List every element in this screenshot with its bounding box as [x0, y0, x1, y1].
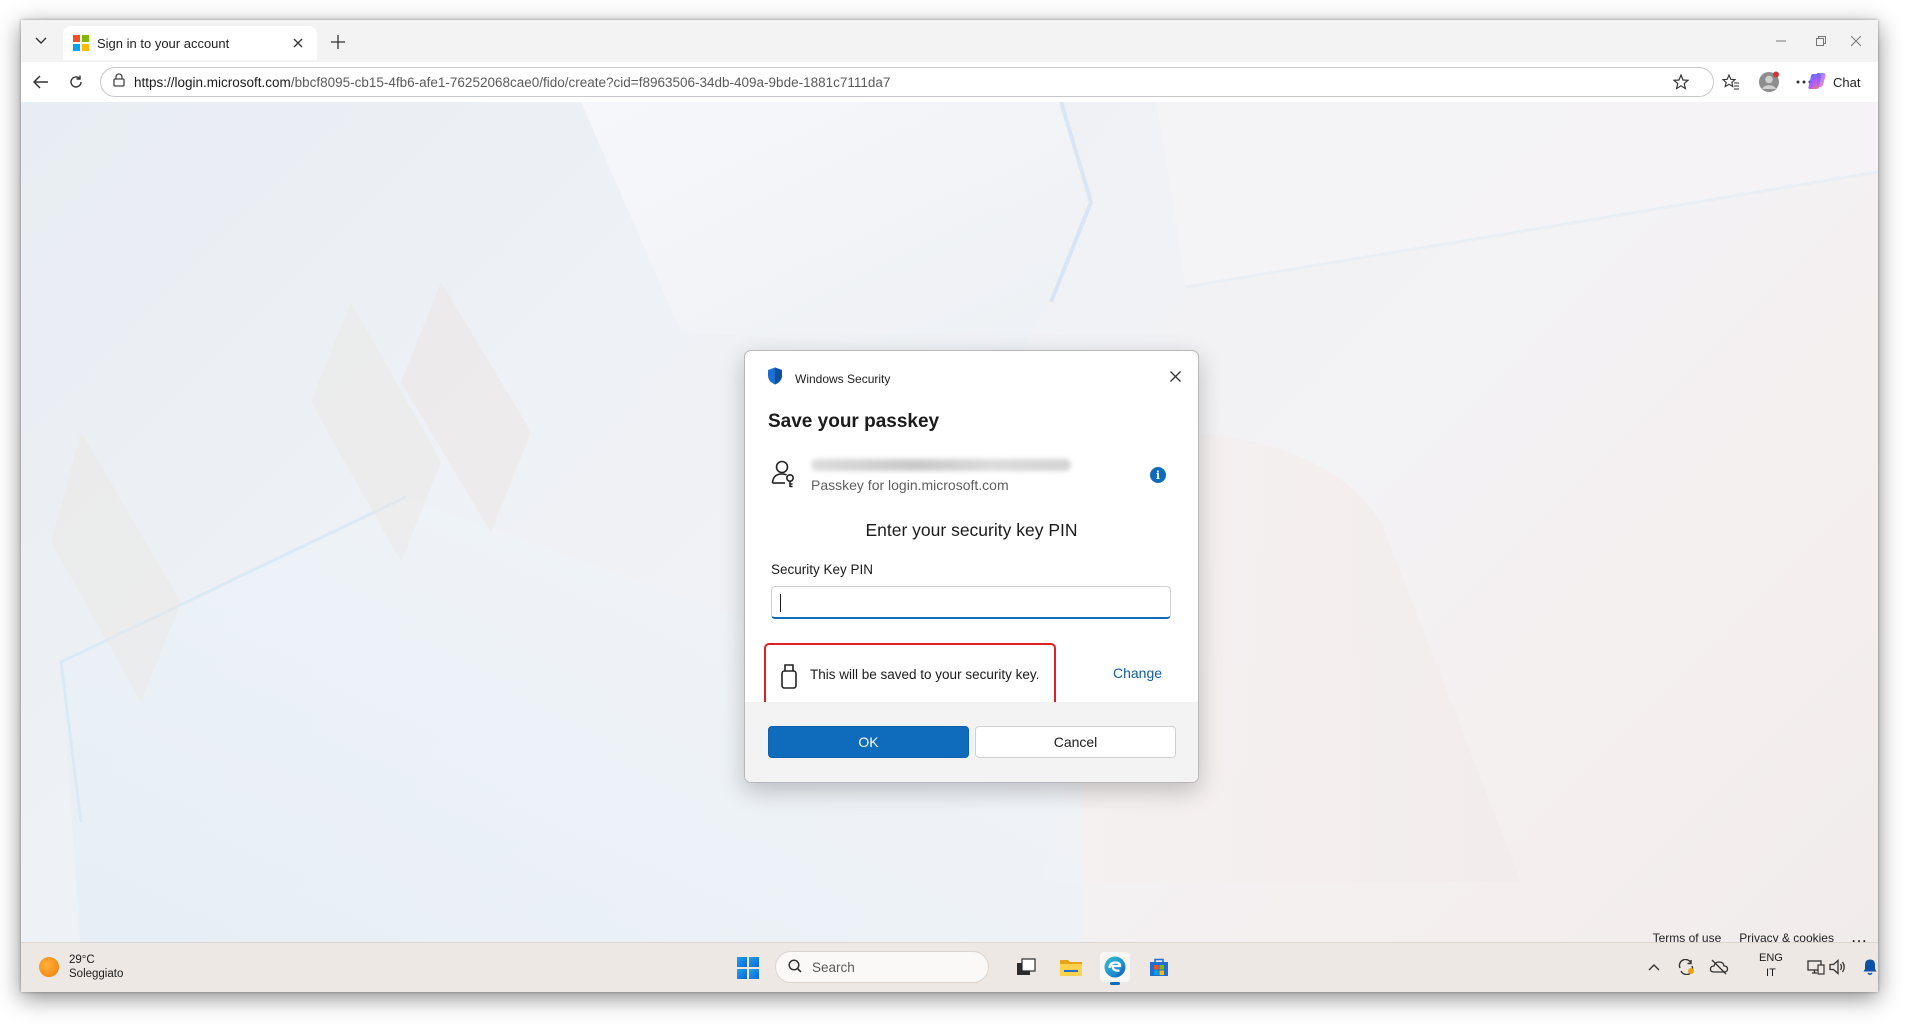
dialog-app-name: Windows Security — [795, 371, 891, 386]
sun-icon — [39, 957, 59, 977]
profile-avatar-icon[interactable] — [1756, 69, 1782, 95]
copilot-icon — [1807, 71, 1827, 94]
passkey-account-row: Passkey for login.microsoft.com i — [771, 455, 1176, 495]
weather-widget[interactable]: 29°C Soleggiato — [39, 953, 123, 981]
url-host: https://login.microsoft.com — [134, 74, 291, 90]
back-arrow-icon[interactable] — [28, 69, 54, 95]
shield-icon — [767, 367, 783, 390]
browser-tab-strip: Sign in to your account — [21, 20, 1878, 62]
volume-icon[interactable] — [1827, 956, 1849, 978]
show-hidden-icons-chevron-icon[interactable] — [1643, 956, 1665, 978]
windows-taskbar: 29°C Soleggiato Search ENG IT — [21, 942, 1878, 992]
desktop-screen: Sign in to your account https://login.mi… — [21, 20, 1878, 992]
web-page-viewport: Terms of use Privacy & cookies ... Windo… — [21, 102, 1878, 953]
favorites-list-icon[interactable] — [1718, 69, 1744, 95]
cancel-button[interactable]: Cancel — [975, 726, 1176, 758]
security-key-pin-input[interactable] — [771, 586, 1171, 619]
ok-button[interactable]: OK — [768, 726, 969, 758]
windows-start-icon[interactable] — [737, 957, 759, 979]
passkey-person-key-icon — [771, 459, 797, 489]
address-bar[interactable]: https://login.microsoft.com/bbcf8095-cb1… — [100, 67, 1714, 97]
search-icon — [788, 958, 802, 976]
network-icon[interactable] — [1805, 956, 1827, 978]
favorite-star-icon[interactable] — [1668, 69, 1694, 95]
redacted-account-email — [811, 459, 1071, 471]
url-path: /bbcf8095-cb15-4fb6-afe1-76252068cae0/fi… — [290, 74, 891, 90]
active-app-indicator — [1110, 982, 1120, 985]
info-icon[interactable]: i — [1150, 467, 1166, 483]
tab-title: Sign in to your account — [97, 35, 230, 51]
pin-field-label: Security Key PIN — [771, 562, 874, 577]
taskbar-search-placeholder: Search — [812, 959, 855, 975]
windows-security-dialog: Windows Security Save your passkey Passk… — [744, 350, 1199, 783]
file-explorer-icon[interactable] — [1056, 952, 1086, 982]
taskbar-search-box[interactable]: Search — [775, 951, 989, 983]
browser-tab-active[interactable]: Sign in to your account — [63, 26, 317, 60]
tab-actions-chevron-icon[interactable] — [29, 29, 53, 53]
text-caret — [780, 594, 781, 612]
dialog-button-bar: OK Cancel — [745, 702, 1198, 782]
microsoft-logo-icon — [73, 35, 89, 51]
input-language-indicator[interactable]: ENG IT — [1759, 951, 1783, 981]
edge-browser-icon[interactable] — [1100, 952, 1130, 985]
restore-icon[interactable] — [1806, 29, 1836, 53]
window-close-icon[interactable] — [1841, 29, 1871, 53]
tab-close-icon[interactable] — [289, 34, 307, 52]
dialog-header: Windows Security — [767, 367, 890, 390]
dialog-close-icon[interactable] — [1164, 365, 1186, 387]
cloud-sync-off-icon[interactable] — [1708, 956, 1730, 978]
weather-condition: Soleggiato — [69, 968, 124, 980]
microsoft-store-icon[interactable] — [1144, 952, 1174, 982]
keyboard-layout-code: IT — [1766, 967, 1776, 979]
pin-heading: Enter your security key PIN — [865, 520, 1078, 540]
usb-security-key-icon — [780, 663, 798, 689]
chat-label: Chat — [1833, 74, 1861, 90]
passkey-site-subtitle: Passkey for login.microsoft.com — [811, 477, 1009, 493]
notification-bell-icon[interactable] — [1859, 956, 1878, 978]
lock-icon[interactable] — [113, 72, 125, 92]
browser-toolbar: https://login.microsoft.com/bbcf8095-cb1… — [21, 62, 1878, 102]
task-view-icon[interactable] — [1011, 952, 1041, 982]
new-tab-plus-icon[interactable] — [325, 29, 351, 55]
sync-icon[interactable] — [1675, 956, 1697, 978]
minimize-icon[interactable] — [1766, 29, 1796, 53]
change-location-link[interactable]: Change — [1113, 665, 1162, 681]
refresh-icon[interactable] — [63, 69, 89, 95]
dialog-title: Save your passkey — [768, 411, 940, 432]
save-note-text: This will be saved to your security key. — [810, 667, 1040, 682]
weather-temperature: 29°C — [69, 954, 95, 966]
url-text: https://login.microsoft.com/bbcf8095-cb1… — [134, 75, 890, 90]
save-location-note: This will be saved to your security key. — [764, 643, 1056, 707]
language-code: ENG — [1759, 952, 1783, 964]
copilot-chat-button[interactable]: Chat — [1807, 68, 1871, 96]
